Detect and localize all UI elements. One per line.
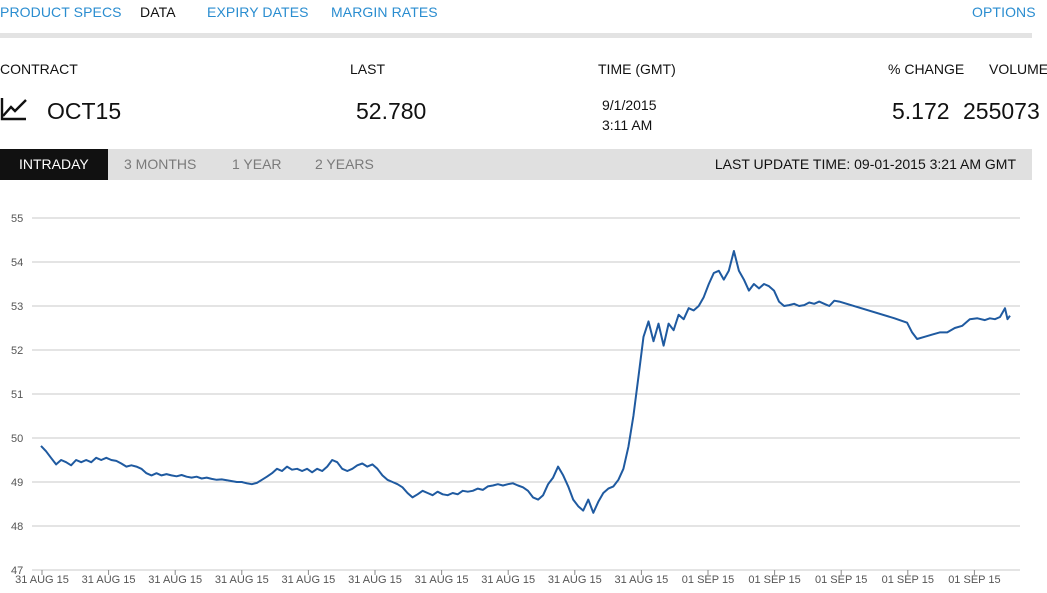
price-series-line <box>40 250 1011 514</box>
y-tick-label: 53 <box>11 301 23 313</box>
x-tick-label: 31 AUG 15 <box>15 574 69 586</box>
pct-change-value: 5.172 <box>892 98 950 124</box>
x-tick-label: 01 SEP 15 <box>882 574 934 586</box>
time-value: 9/1/2015 3:11 AM <box>602 95 657 135</box>
top-nav: PRODUCT SPECS DATA EXPIRY DATES MARGIN R… <box>0 0 1047 38</box>
last-update-time: LAST UPDATE TIME: 09-01-2015 3:21 AM GMT <box>714 156 1016 172</box>
line-chart-icon <box>0 96 28 122</box>
x-tick-label: 31 AUG 15 <box>215 574 269 586</box>
tab-3-months[interactable]: 3 MONTHS <box>124 149 196 180</box>
tab-intraday[interactable]: INTRADAY <box>0 149 108 180</box>
intraday-price-chart: 47484950515253545531 AUG 15 31 AUG 15 31 A… <box>11 213 1020 586</box>
y-tick-label: 49 <box>11 477 23 489</box>
y-tick-label: 55 <box>11 213 23 225</box>
x-tick-label: 31 AUG 15 <box>415 574 469 586</box>
y-tick-label: 52 <box>11 345 23 357</box>
nav-options[interactable]: OPTIONS <box>972 4 1036 20</box>
header-pct-change: % CHANGE <box>888 61 965 77</box>
tab-2-years[interactable]: 2 YEARS <box>315 149 374 180</box>
time-clock: 3:11 AM <box>602 117 653 133</box>
nav-product-specs[interactable]: PRODUCT SPECS <box>0 4 122 20</box>
header-volume: VOLUME <box>989 61 1047 77</box>
x-tick-label: 31 AUG 15 <box>148 574 202 586</box>
y-tick-label: 51 <box>11 389 23 401</box>
x-tick-label: 01 SEP 15 <box>682 574 734 586</box>
nav-data[interactable]: DATA <box>140 4 176 38</box>
range-tabs: INTRADAY 3 MONTHS 1 YEAR 2 YEARS LAST UP… <box>0 149 1032 180</box>
time-date: 9/1/2015 <box>602 97 657 113</box>
nav-expiry-dates[interactable]: EXPIRY DATES <box>207 4 309 20</box>
y-tick-label: 50 <box>11 433 23 445</box>
nav-margin-rates[interactable]: MARGIN RATES <box>331 4 438 20</box>
x-tick-label: 01 SEP 15 <box>948 574 1000 586</box>
y-tick-label: 48 <box>11 521 23 533</box>
x-tick-label: 31 AUG 15 <box>281 574 335 586</box>
x-tick-label: 01 SEP 15 <box>815 574 867 586</box>
x-tick-label: 01 SEP 15 <box>748 574 800 586</box>
x-tick-label: 31 AUG 15 <box>348 574 402 586</box>
x-tick-label: 31 AUG 15 <box>481 574 535 586</box>
header-contract: CONTRACT <box>0 61 78 77</box>
tab-1-year[interactable]: 1 YEAR <box>232 149 282 180</box>
x-tick-label: 31 AUG 15 <box>614 574 668 586</box>
nav-data-label: DATA <box>140 4 176 20</box>
header-last: LAST <box>350 61 386 77</box>
x-tick-label: 31 AUG 15 <box>548 574 602 586</box>
last-price: 52.780 <box>356 98 427 124</box>
x-tick-label: 31 AUG 15 <box>82 574 136 586</box>
contract-value: OCT15 <box>47 98 122 124</box>
y-tick-label: 54 <box>11 257 23 269</box>
header-time: TIME (GMT) <box>598 61 676 77</box>
volume-value: 255073 <box>963 98 1040 124</box>
nav-divider <box>0 33 1032 38</box>
